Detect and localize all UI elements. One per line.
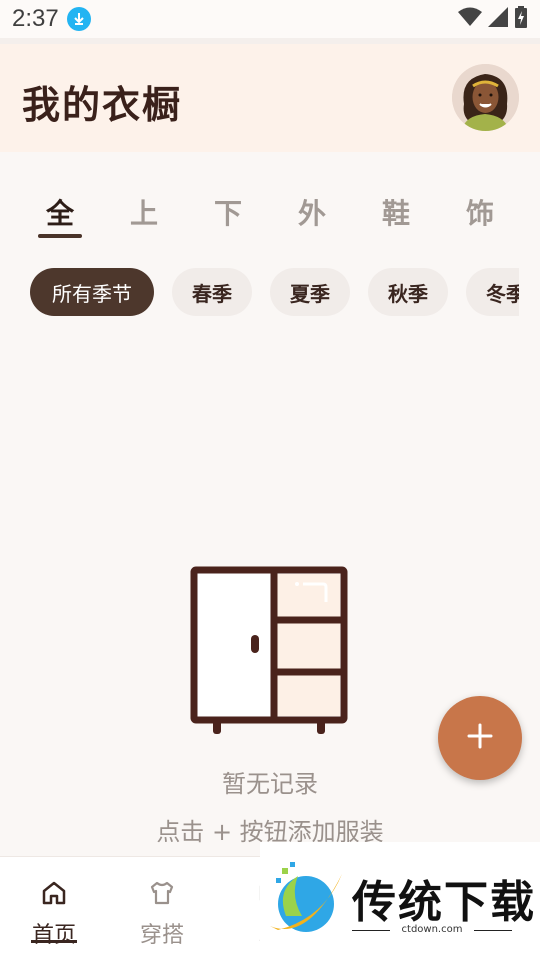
watermark-logo-icon xyxy=(270,862,342,932)
signal-icon xyxy=(488,7,508,31)
active-nav-indicator xyxy=(31,940,77,943)
nav-home[interactable]: 首页 xyxy=(14,857,94,960)
download-icon xyxy=(66,7,91,31)
active-tab-indicator xyxy=(38,234,82,238)
battery-icon xyxy=(514,6,528,32)
watermark-text: 传统下载 xyxy=(352,877,536,928)
tab-outerwear[interactable]: 外 xyxy=(287,192,337,232)
wardrobe-icon xyxy=(190,566,350,738)
tab-shoes[interactable]: 鞋 xyxy=(371,192,421,232)
chip-all-seasons[interactable]: 所有季节 xyxy=(30,268,154,316)
nav-outfits[interactable]: 穿搭 xyxy=(122,857,202,960)
chip-spring[interactable]: 春季 xyxy=(172,268,252,316)
wifi-icon xyxy=(458,7,482,31)
tab-accessories[interactable]: 饰 xyxy=(455,192,505,232)
nav-outfits-label: 穿搭 xyxy=(139,923,184,948)
category-tabs: 全 上 下 外 鞋 饰 xyxy=(0,192,540,242)
nav-home-label: 首页 xyxy=(31,923,76,948)
status-bar: 2:37 xyxy=(0,0,540,38)
chip-autumn[interactable]: 秋季 xyxy=(368,268,448,316)
watermark: 传统下载 ctdown.com xyxy=(260,842,540,960)
shirt-icon xyxy=(148,879,176,907)
status-time: 2:37 xyxy=(12,5,59,32)
add-clothing-button[interactable] xyxy=(438,696,522,780)
header: 我的衣橱 xyxy=(0,44,540,152)
watermark-line-right xyxy=(474,930,512,931)
chip-winter[interactable]: 冬季 xyxy=(466,268,519,316)
home-icon xyxy=(40,879,68,907)
avatar[interactable] xyxy=(452,64,519,131)
tab-bottoms[interactable]: 下 xyxy=(203,192,253,232)
page-title: 我的衣橱 xyxy=(22,83,183,127)
chip-summer[interactable]: 夏季 xyxy=(270,268,350,316)
tab-tops[interactable]: 上 xyxy=(119,192,169,232)
season-filter: 所有季节 春季 夏季 秋季 冬季 xyxy=(30,268,519,316)
plus-icon xyxy=(466,722,494,754)
tab-all[interactable]: 全 xyxy=(35,192,85,232)
